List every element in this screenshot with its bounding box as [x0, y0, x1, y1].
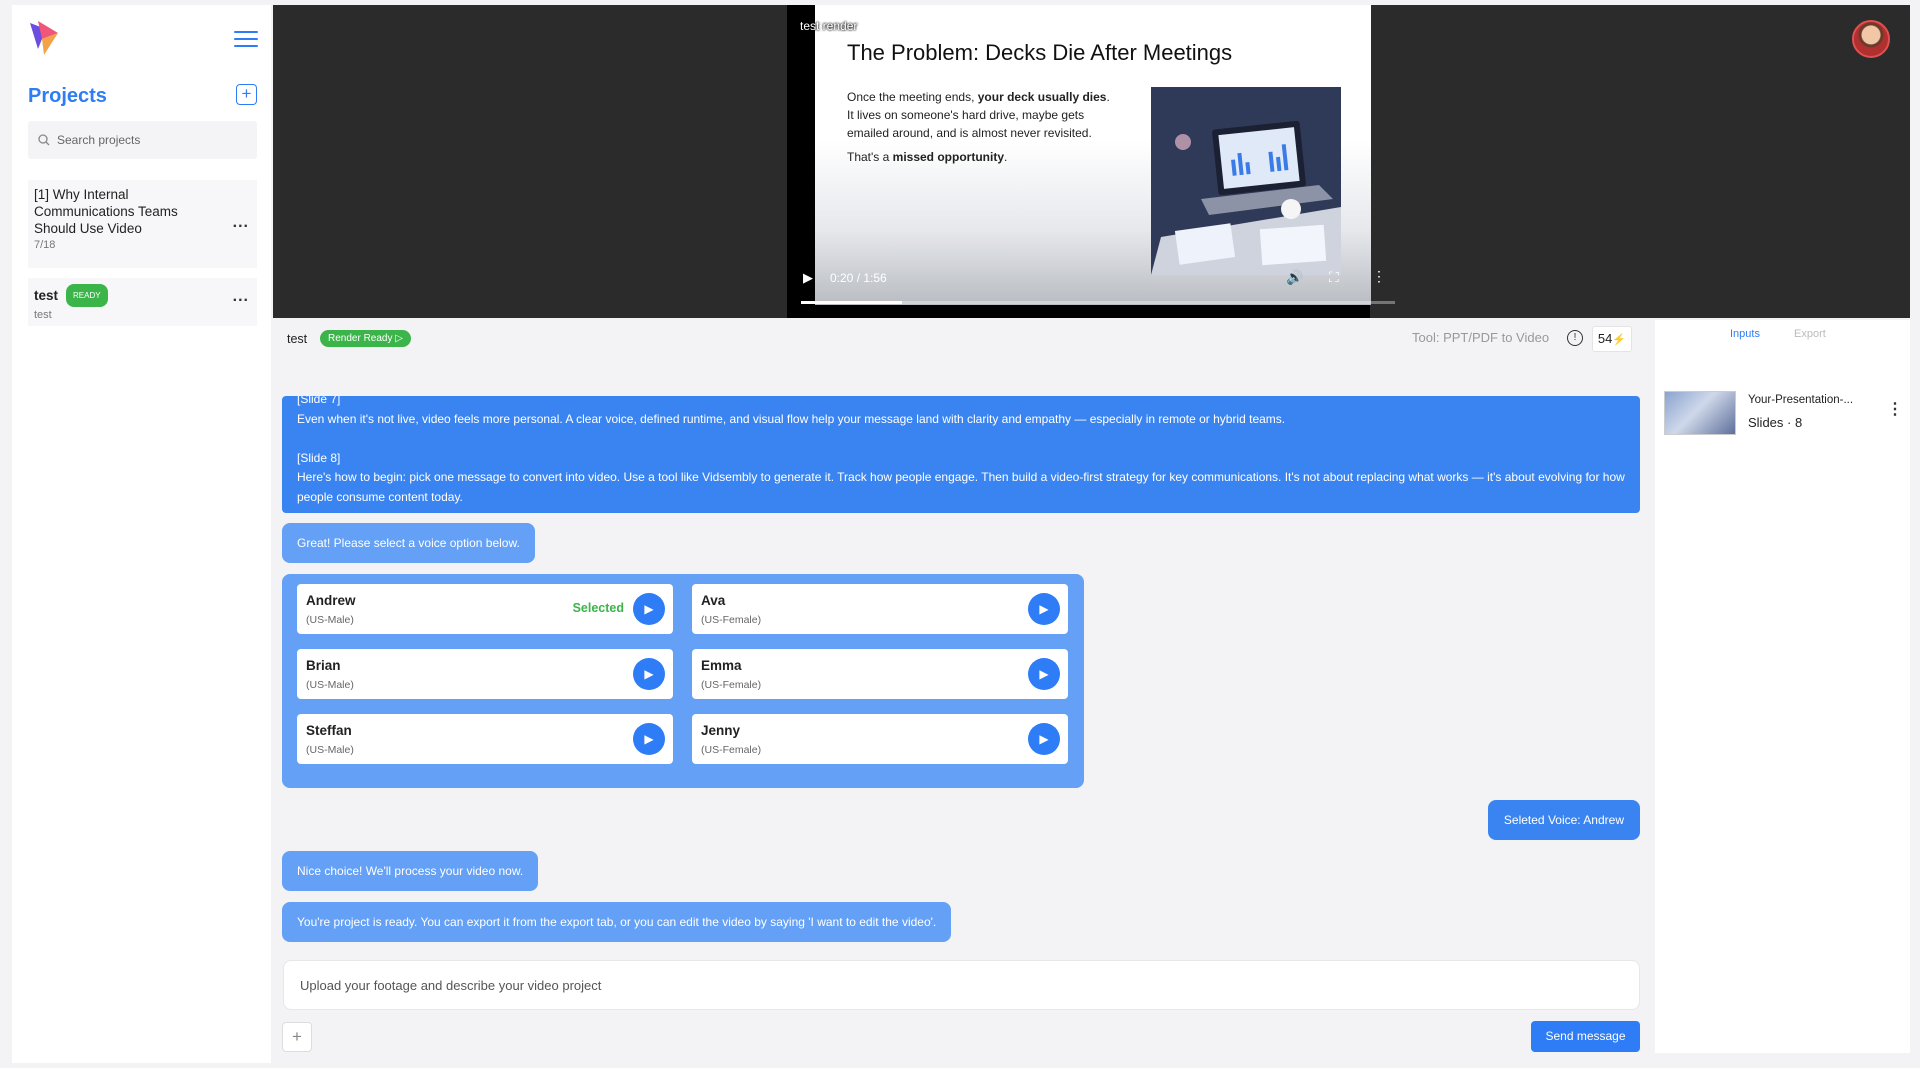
project-more-button[interactable]: ... [233, 288, 249, 306]
voice-desc: (US-Female) [701, 614, 762, 626]
user-avatar[interactable] [1852, 20, 1890, 58]
voice-name: Jenny [701, 723, 741, 738]
project-name: test [287, 332, 308, 346]
slide-text2-c: . [1004, 150, 1008, 164]
bot-script-message: [Slide 7] Even when it's not live, video… [282, 396, 1640, 513]
slide-title: The Problem: Decks Die After Meetings [847, 40, 1233, 65]
play-voice-icon[interactable]: ▶ [1028, 658, 1060, 690]
video-time: 0:20 / 1:56 [830, 271, 887, 285]
script-line: [Slide 8] [297, 450, 341, 465]
voice-option-ava[interactable]: Ava (US-Female) ▶ [692, 584, 1068, 634]
voice-option-andrew[interactable]: Andrew (US-Male) Selected ▶ [297, 584, 673, 634]
voice-name: Steffan [306, 723, 352, 738]
project-item[interactable]: [1] Why Internal Communications Teams Sh… [28, 180, 257, 268]
voice-desc: (US-Female) [701, 679, 762, 691]
send-message-button[interactable]: Send message [1531, 1021, 1640, 1052]
slide-text: Once the meeting ends, your deck usually… [847, 88, 1117, 142]
selected-label: Selected [572, 601, 624, 615]
play-voice-icon[interactable]: ▶ [1028, 723, 1060, 755]
script-line: Here's how to begin: pick one message to… [297, 470, 1625, 504]
voice-name: Emma [701, 658, 742, 673]
bot-processing-message: Nice choice! We'll process your video no… [282, 851, 539, 891]
right-panel: Inputs Export Your-Presentation-... Slid… [1655, 320, 1910, 1053]
play-voice-icon[interactable]: ▶ [633, 593, 665, 625]
slide-text-2: That's a missed opportunity. [847, 150, 1007, 164]
voice-option-emma[interactable]: Emma (US-Female) ▶ [692, 649, 1068, 699]
voice-desc: (US-Male) [306, 614, 354, 626]
fullscreen-icon[interactable]: ⛶ [1329, 269, 1339, 286]
menu-icon[interactable] [234, 31, 258, 51]
info-icon[interactable]: ! [1567, 330, 1583, 346]
sidebar: Projects + [1] Why Internal Communicatio… [12, 5, 271, 1063]
voice-desc: (US-Male) [306, 744, 354, 756]
tab-inputs[interactable]: Inputs [1730, 328, 1760, 340]
chat-input-box [283, 960, 1640, 1010]
voice-name: Brian [306, 658, 341, 673]
asset-meta: Slides · 8 [1748, 415, 1803, 430]
play-voice-icon[interactable]: ▶ [633, 658, 665, 690]
tool-label: Tool: PPT/PDF to Video [1412, 330, 1550, 345]
add-project-button[interactable]: + [236, 84, 257, 105]
bolt-icon: ⚡ [1612, 334, 1627, 346]
search-icon [38, 134, 50, 146]
voice-option-steffan[interactable]: Steffan (US-Male) ▶ [297, 714, 673, 764]
volume-icon[interactable]: 🔊 [1286, 269, 1303, 286]
bot-voice-prompt: Great! Please select a voice option belo… [282, 523, 535, 563]
slide-text2-a: That's a [847, 150, 893, 164]
search-box [28, 121, 257, 159]
voice-name: Andrew [306, 593, 356, 608]
video-player[interactable]: The Problem: Decks Die After Meetings On… [787, 5, 1395, 318]
project-more-button[interactable]: ... [233, 214, 249, 232]
render-ready-label: Render Ready [328, 333, 393, 344]
video-progress-fill [801, 301, 902, 304]
video-area: The Problem: Decks Die After Meetings On… [273, 5, 1910, 318]
asset-more-button[interactable]: ⋮ [1887, 399, 1903, 419]
project-subtitle: test [34, 309, 52, 321]
user-voice-selection: Seleted Voice: Andrew [1487, 800, 1640, 840]
project-title-row: test READY [34, 284, 217, 307]
voice-option-jenny[interactable]: Jenny (US-Female) ▶ [692, 714, 1068, 764]
slide-text2-b: missed opportunity [892, 150, 1004, 164]
voice-desc: (US-Female) [701, 744, 762, 756]
app-logo[interactable] [28, 19, 60, 57]
slide-text-a: Once the meeting ends, [847, 90, 978, 104]
script-line: Even when it's not live, video feels mor… [297, 411, 1286, 426]
attach-button[interactable]: + [282, 1022, 312, 1052]
asset-name: Your-Presentation-... [1748, 394, 1854, 406]
play-voice-icon[interactable]: ▶ [1028, 593, 1060, 625]
credits-value: 54 [1597, 331, 1613, 346]
voice-desc: (US-Male) [306, 679, 354, 691]
voice-option-brian[interactable]: Brian (US-Male) ▶ [297, 649, 673, 699]
voice-name: Ava [701, 593, 726, 608]
script-line: [Slide 7] [297, 396, 341, 406]
video-more-icon[interactable]: ⋮ [1372, 268, 1386, 285]
script-line-blank [297, 429, 1626, 449]
asset-thumbnail [1664, 391, 1736, 435]
voice-options-panel: Andrew (US-Male) Selected ▶ Ava (US-Fema… [282, 574, 1084, 788]
input-asset-item[interactable]: Your-Presentation-... Slides · 8 ⋮ [1664, 391, 1904, 435]
project-title: [1] Why Internal Communications Teams Sh… [34, 187, 178, 236]
ready-badge: READY [66, 284, 108, 307]
play-icon[interactable]: ▶ [803, 270, 813, 286]
slide-text-b: your deck usually dies [977, 90, 1107, 104]
projects-title: Projects [28, 85, 107, 107]
tab-export[interactable]: Export [1794, 328, 1826, 340]
bot-ready-message: You're project is ready. You can export … [282, 902, 952, 942]
render-ready-badge[interactable]: Render Ready ▷ [320, 330, 411, 347]
credits-counter: 54⚡ [1592, 326, 1632, 352]
slide-laptop-image [1151, 87, 1341, 275]
project-item[interactable]: test READY test ... [28, 278, 257, 326]
play-outline-icon: ▷ [395, 333, 403, 344]
project-subtitle: 7/18 [34, 239, 56, 251]
video-overlay-label: test render [800, 19, 858, 33]
search-input[interactable] [57, 133, 237, 147]
project-title: test [34, 288, 59, 303]
play-voice-icon[interactable]: ▶ [633, 723, 665, 755]
chat-input[interactable] [300, 961, 1623, 1009]
video-progress-bar[interactable] [801, 301, 1395, 304]
video-controls: ▶ 0:20 / 1:56 🔊 ⛶ ⋮ [787, 260, 1395, 310]
